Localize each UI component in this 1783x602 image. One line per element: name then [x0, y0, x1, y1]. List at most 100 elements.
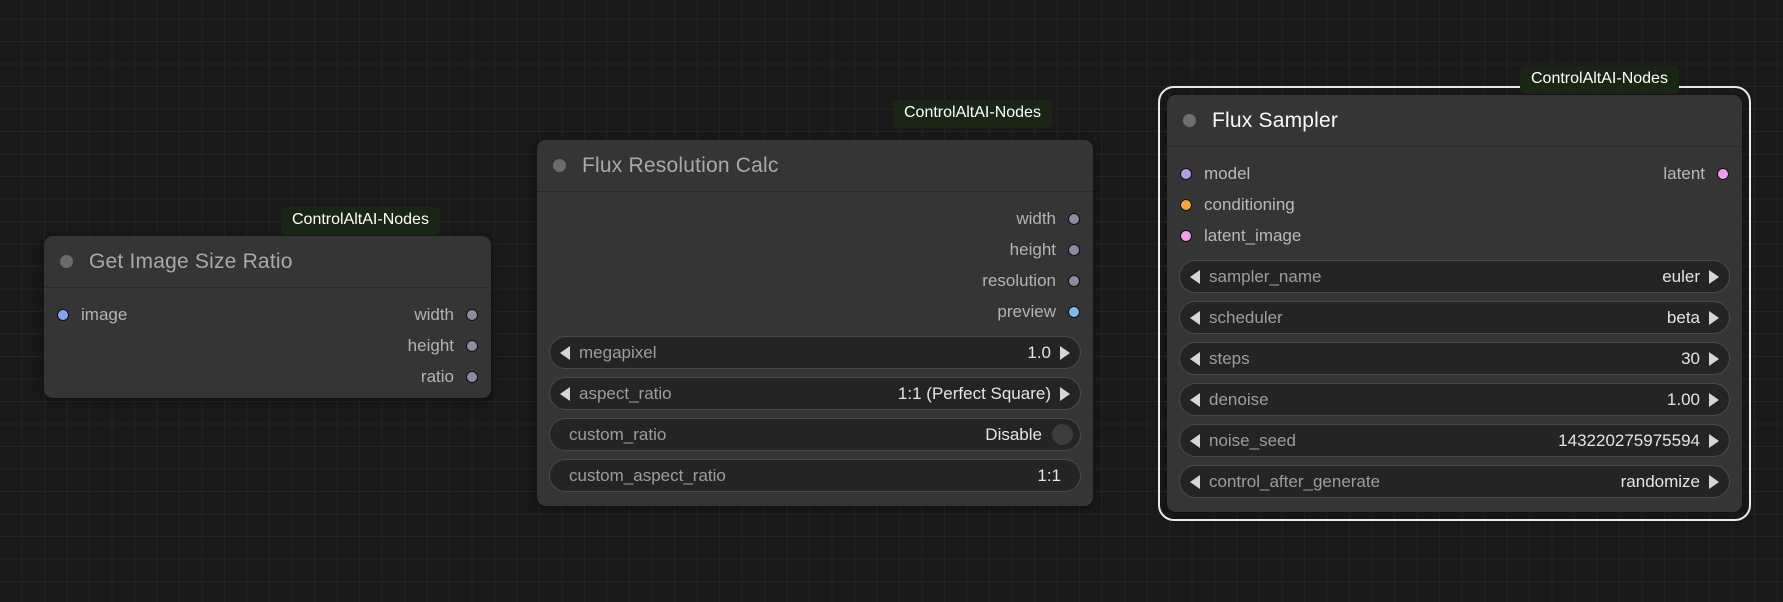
node-source-badge: ControlAltAI-Nodes	[281, 207, 440, 235]
port-dot-conditioning[interactable]	[1180, 198, 1192, 211]
widget-value[interactable]: 143220275975594	[1558, 431, 1700, 451]
port-dot-resolution[interactable]	[1068, 274, 1080, 287]
widget-list: megapixel 1.0 aspect_ratio 1:1 (Perfect Squ…	[537, 333, 1093, 506]
output-port-height[interactable]: height	[1010, 240, 1093, 260]
port-dot-preview[interactable]	[1068, 305, 1080, 318]
widget-label: scheduler	[1209, 307, 1283, 327]
output-port-resolution[interactable]: resolution	[982, 271, 1093, 291]
port-dot-height[interactable]	[466, 339, 478, 352]
chevron-left-icon[interactable]	[1190, 351, 1200, 366]
widget-sampler_name[interactable]: sampler_name euler	[1179, 260, 1730, 293]
widget-scheduler[interactable]: scheduler beta	[1179, 301, 1730, 334]
node-flux-resolution-calc[interactable]: Flux Resolution Calc width height resolutio…	[537, 140, 1093, 506]
widget-denoise[interactable]: denoise 1.00	[1179, 383, 1730, 416]
widget-label: sampler_name	[1209, 266, 1322, 286]
port-dot-ratio[interactable]	[466, 370, 478, 383]
chevron-right-icon[interactable]	[1060, 345, 1070, 360]
widget-megapixel[interactable]: megapixel 1.0	[549, 336, 1081, 369]
port-row: image width	[44, 299, 491, 330]
output-port-width[interactable]: width	[414, 305, 491, 325]
output-port-label: preview	[997, 301, 1056, 321]
toggle-knob[interactable]	[1052, 424, 1073, 445]
port-list: image width height ratio	[44, 288, 491, 398]
widget-value[interactable]: 1:1 (Perfect Square)	[898, 384, 1051, 404]
node-header-get-image-size-ratio[interactable]: Get Image Size Ratio	[44, 236, 491, 288]
node-get-image-size-ratio[interactable]: Get Image Size Ratio image width height rati…	[44, 236, 491, 398]
port-dot-width[interactable]	[466, 308, 478, 321]
collapse-dot[interactable]	[553, 159, 566, 172]
input-port-label: latent_image	[1204, 225, 1302, 245]
output-port-height[interactable]: height	[408, 336, 491, 356]
output-port-label: width	[1016, 208, 1056, 228]
chevron-left-icon[interactable]	[560, 386, 570, 401]
port-row: preview	[537, 296, 1093, 327]
widget-value[interactable]: euler	[1662, 267, 1700, 287]
output-port-label: width	[414, 304, 454, 324]
output-port-ratio[interactable]: ratio	[421, 367, 491, 387]
widget-control_after_generate[interactable]: control_after_generate randomize	[1179, 465, 1730, 498]
widget-custom_ratio[interactable]: custom_ratio Disable	[549, 418, 1081, 451]
widget-value[interactable]: beta	[1667, 308, 1700, 328]
port-dot-height[interactable]	[1068, 243, 1080, 256]
collapse-dot[interactable]	[60, 255, 73, 268]
port-row: width	[537, 203, 1093, 234]
widget-value[interactable]: Disable	[985, 425, 1042, 445]
widget-steps[interactable]: steps 30	[1179, 342, 1730, 375]
widget-custom_aspect_ratio[interactable]: custom_aspect_ratio 1:1	[549, 459, 1081, 492]
node-flux-sampler[interactable]: Flux Sampler model latent conditioning laten…	[1158, 86, 1751, 521]
port-dot-image[interactable]	[57, 308, 69, 321]
node-header-flux-sampler[interactable]: Flux Sampler	[1167, 95, 1742, 147]
chevron-left-icon[interactable]	[1190, 474, 1200, 489]
widget-label: steps	[1209, 348, 1250, 368]
port-row: latent_image	[1167, 220, 1742, 251]
widget-value[interactable]: 30	[1681, 349, 1700, 369]
input-port-label: image	[81, 304, 128, 324]
chevron-right-icon[interactable]	[1709, 269, 1719, 284]
widget-value[interactable]: randomize	[1621, 472, 1700, 492]
chevron-right-icon[interactable]	[1060, 386, 1070, 401]
port-dot-latent_image[interactable]	[1180, 229, 1192, 242]
chevron-left-icon[interactable]	[1190, 269, 1200, 284]
widget-label: noise_seed	[1209, 430, 1296, 450]
chevron-right-icon[interactable]	[1709, 310, 1719, 325]
chevron-left-icon[interactable]	[1190, 392, 1200, 407]
port-dot-width[interactable]	[1068, 212, 1080, 225]
node-title: Flux Sampler	[1212, 108, 1339, 132]
node-source-badge: ControlAltAI-Nodes	[1520, 66, 1679, 94]
chevron-right-icon[interactable]	[1709, 351, 1719, 366]
widget-aspect_ratio[interactable]: aspect_ratio 1:1 (Perfect Square)	[549, 377, 1081, 410]
port-row: height	[44, 330, 491, 361]
output-port-label: resolution	[982, 270, 1056, 290]
widget-value[interactable]: 1.00	[1667, 390, 1700, 410]
input-port-model[interactable]: model	[1167, 164, 1250, 184]
output-port-label: ratio	[420, 366, 454, 386]
node-title: Get Image Size Ratio	[89, 249, 293, 273]
chevron-left-icon[interactable]	[1190, 433, 1200, 448]
widget-label: custom_aspect_ratio	[569, 465, 726, 485]
node-source-badge: ControlAltAI-Nodes	[893, 100, 1052, 128]
widget-label: denoise	[1209, 389, 1269, 409]
output-port-preview[interactable]: preview	[997, 302, 1093, 322]
output-port-label: latent	[1663, 163, 1705, 183]
port-dot-latent[interactable]	[1717, 167, 1729, 180]
port-dot-model[interactable]	[1180, 167, 1192, 180]
widget-value[interactable]: 1:1	[1037, 466, 1070, 486]
chevron-left-icon[interactable]	[560, 345, 570, 360]
port-row: height	[537, 234, 1093, 265]
input-port-latent_image[interactable]: latent_image	[1167, 226, 1301, 246]
node-header-flux-resolution-calc[interactable]: Flux Resolution Calc	[537, 140, 1093, 192]
node-title: Flux Resolution Calc	[582, 153, 779, 177]
chevron-right-icon[interactable]	[1709, 474, 1719, 489]
input-port-conditioning[interactable]: conditioning	[1167, 195, 1295, 215]
chevron-right-icon[interactable]	[1709, 392, 1719, 407]
collapse-dot[interactable]	[1183, 114, 1196, 127]
input-port-image[interactable]: image	[44, 305, 127, 325]
widget-noise_seed[interactable]: noise_seed 143220275975594	[1179, 424, 1730, 457]
widget-label: control_after_generate	[1209, 471, 1381, 491]
output-port-width[interactable]: width	[1016, 209, 1093, 229]
chevron-left-icon[interactable]	[1190, 310, 1200, 325]
widget-value[interactable]: 1.0	[1027, 343, 1051, 363]
output-port-latent[interactable]: latent	[1663, 164, 1742, 184]
output-port-label: height	[407, 335, 454, 355]
chevron-right-icon[interactable]	[1709, 433, 1719, 448]
